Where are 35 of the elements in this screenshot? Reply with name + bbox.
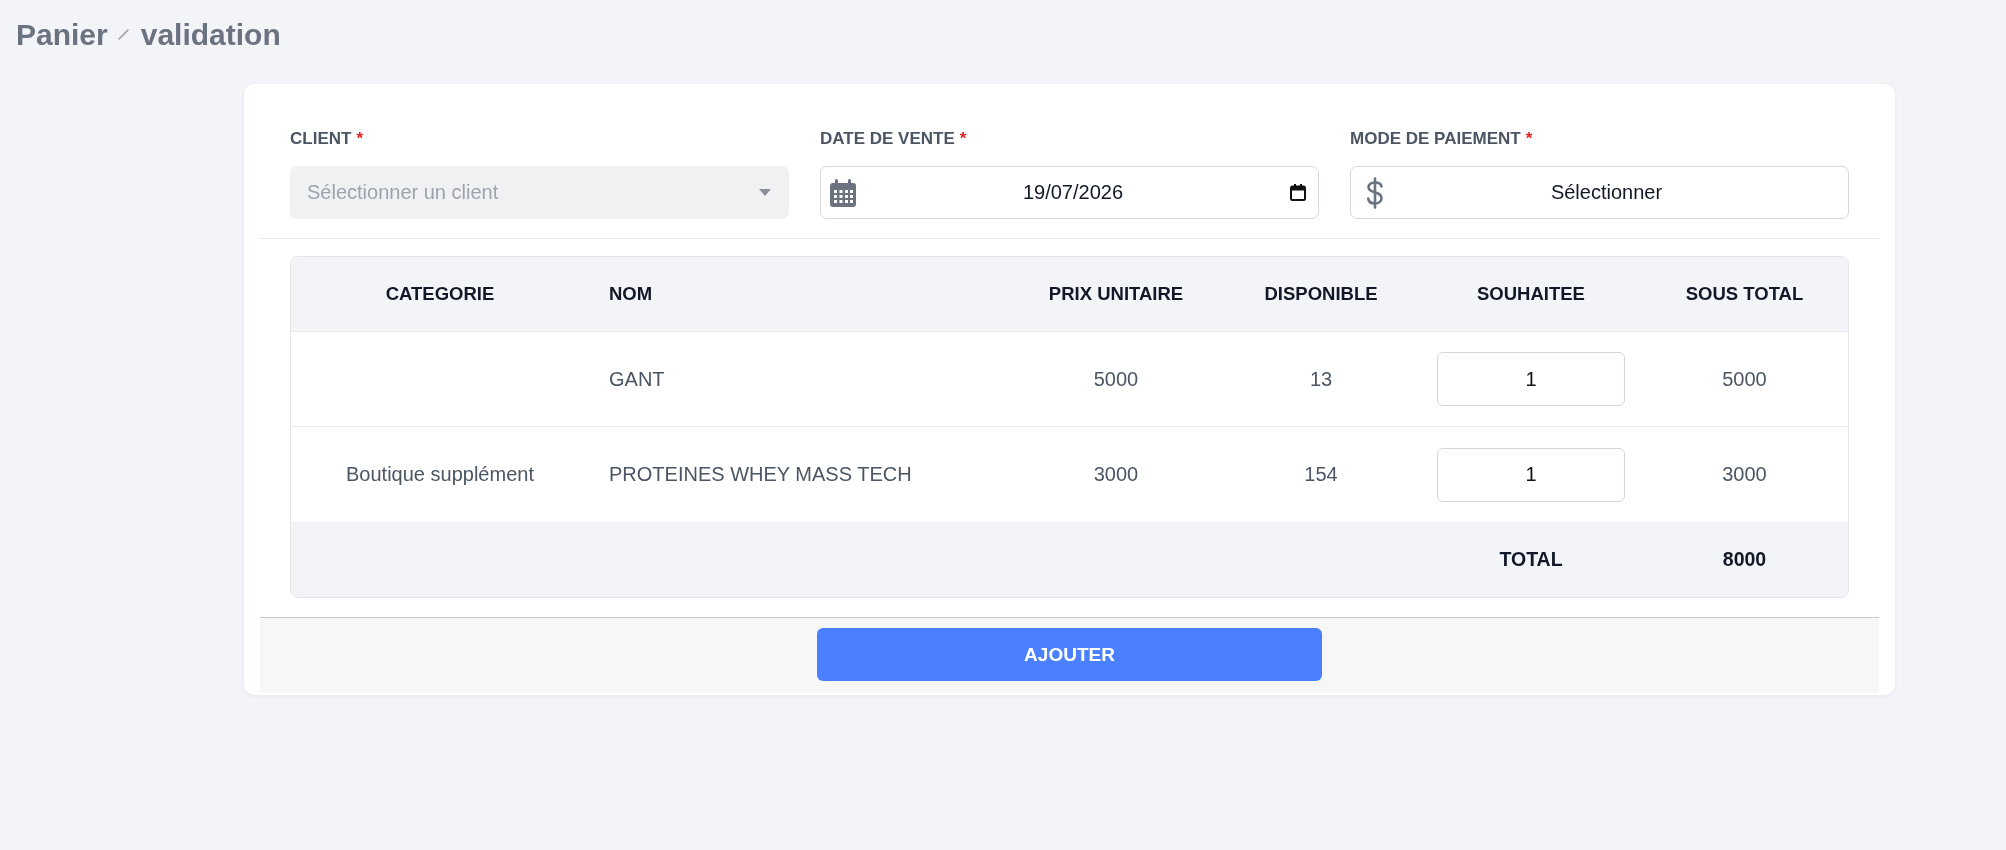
table-cell: 154 bbox=[1304, 463, 1338, 486]
payment-select[interactable]: Sélectionner bbox=[1350, 166, 1849, 219]
page-title: validation bbox=[140, 17, 281, 53]
total-label: TOTAL bbox=[1499, 548, 1563, 571]
calendar-icon bbox=[830, 178, 856, 207]
dollar-icon bbox=[1365, 176, 1385, 209]
required-mark: * bbox=[1525, 129, 1533, 149]
table-cell: Boutique supplément bbox=[346, 463, 534, 486]
table-cell: GANT bbox=[609, 367, 665, 391]
field-label: MODE DE PAIEMENT bbox=[1350, 129, 1521, 149]
required-mark: * bbox=[356, 129, 363, 149]
breadcrumb-link[interactable]: Panier bbox=[16, 16, 108, 54]
required-mark: * bbox=[959, 129, 967, 149]
date-field[interactable]: 19/07/2026 bbox=[820, 166, 1319, 219]
slash-icon bbox=[117, 29, 129, 40]
add-button[interactable]: AJOUTER bbox=[817, 628, 1322, 681]
table-cell: 3000 bbox=[1093, 463, 1139, 486]
field-label: DATE DE VENTE bbox=[820, 129, 955, 149]
total-value: 8000 bbox=[1722, 548, 1767, 571]
table-cell: 5000 bbox=[1093, 367, 1139, 391]
column-header: SOUHAITEE bbox=[1477, 283, 1585, 305]
column-header: DISPONIBLE bbox=[1264, 283, 1378, 305]
table-cell: 3000 bbox=[1722, 463, 1767, 486]
table-cell: 5000 bbox=[1722, 367, 1767, 391]
column-header: CATEGORIE bbox=[385, 283, 495, 305]
calendar-icon[interactable] bbox=[1290, 184, 1306, 201]
table-cell: PROTEINES WHEY MASS TECH bbox=[609, 463, 912, 486]
column-header: SOUS TOTAL bbox=[1685, 283, 1804, 305]
quantity-input[interactable]: 1 bbox=[1437, 352, 1625, 406]
field-label: CLIENT bbox=[290, 129, 352, 149]
column-header: PRIX UNITAIRE bbox=[1048, 283, 1184, 305]
table-cell: 13 bbox=[1309, 367, 1333, 391]
caret-icon bbox=[759, 189, 771, 196]
column-header: NOM bbox=[609, 283, 653, 305]
quantity-input[interactable]: 1 bbox=[1437, 447, 1625, 502]
